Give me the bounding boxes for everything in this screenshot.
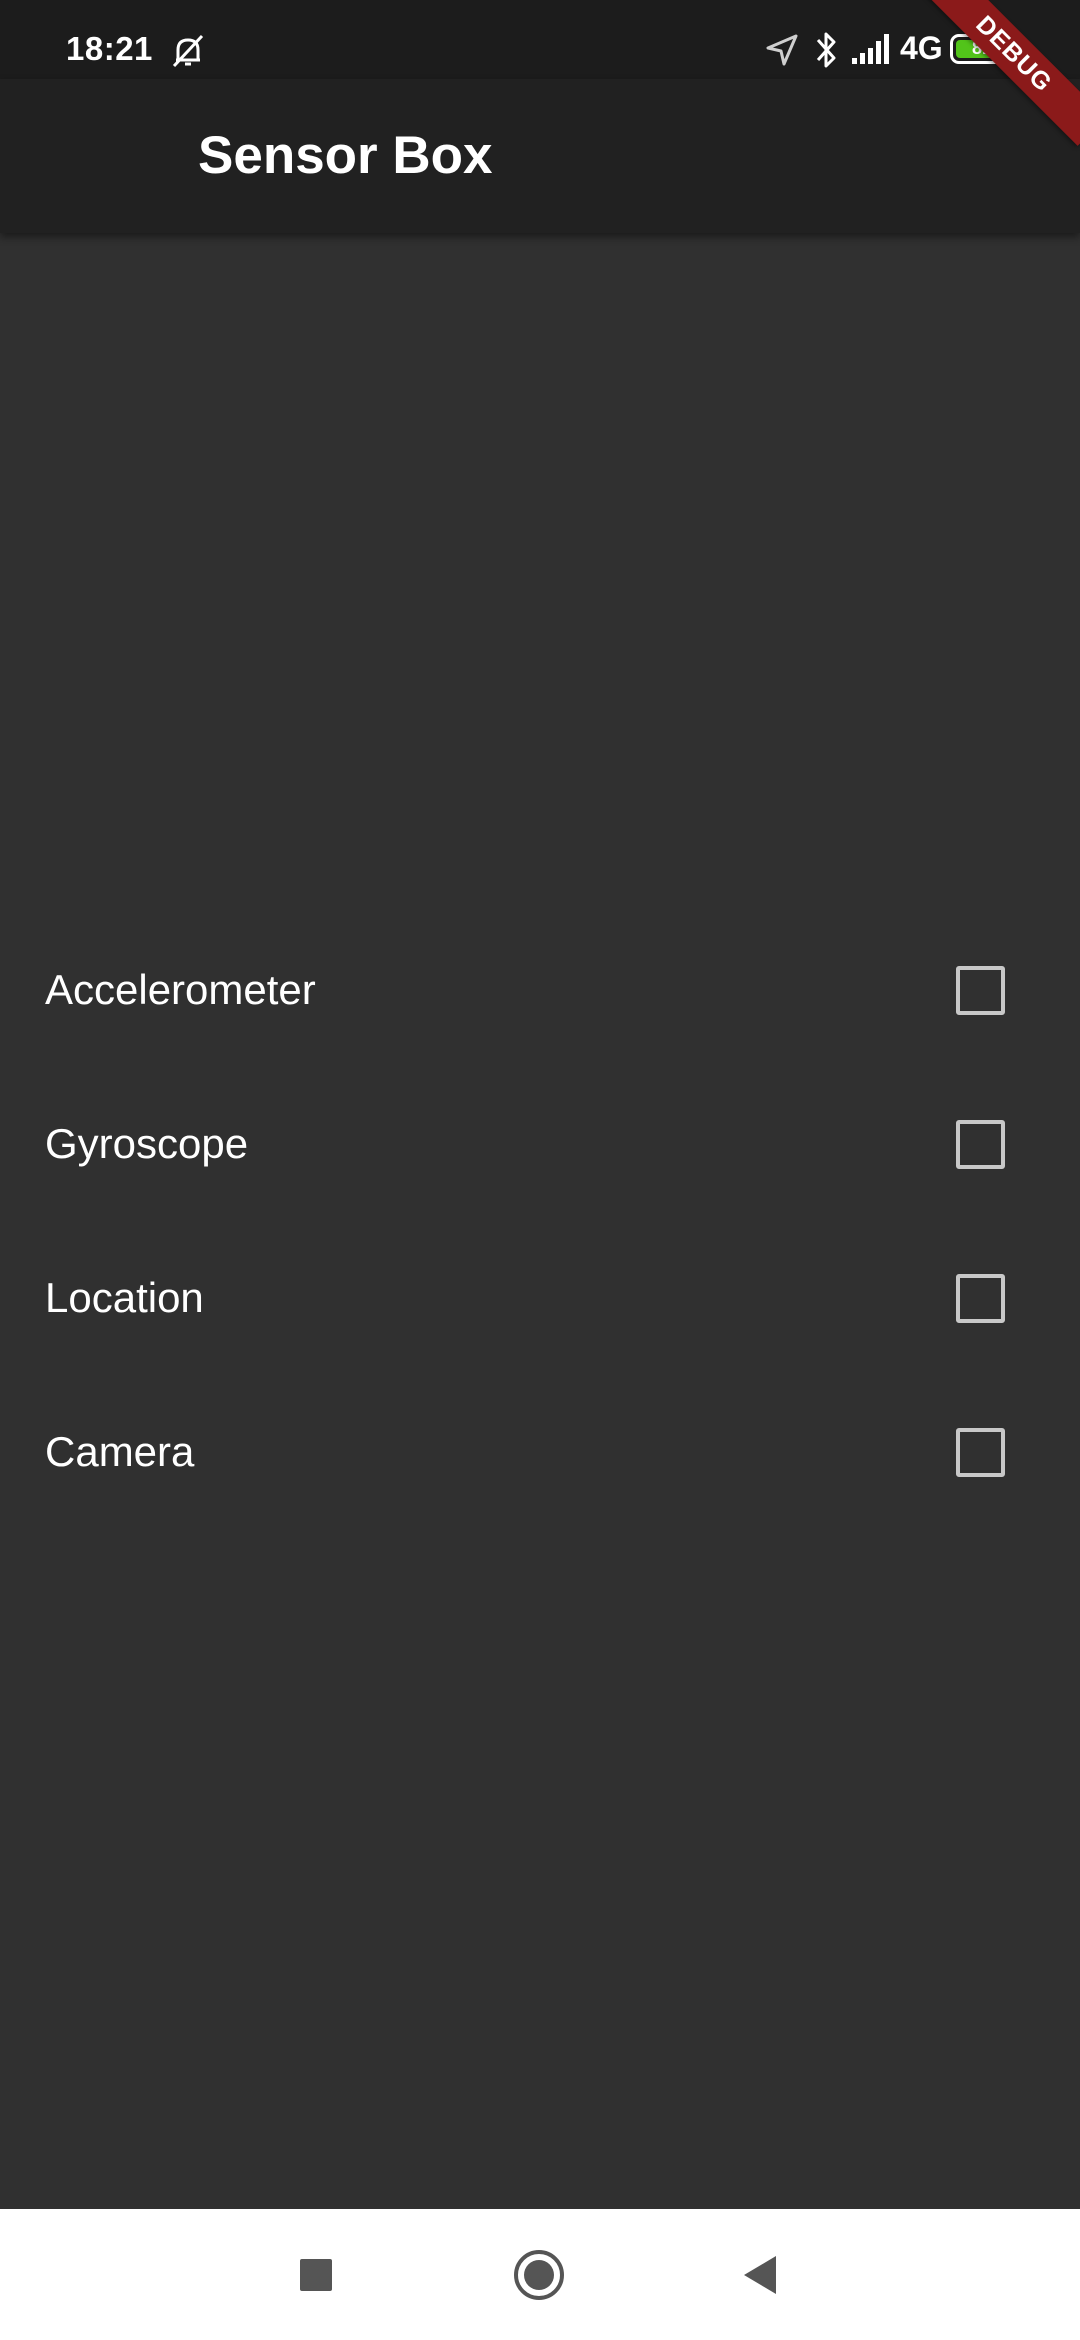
bluetooth-icon [816, 32, 836, 68]
sensor-label: Accelerometer [45, 966, 316, 1013]
gyroscope-checkbox[interactable] [956, 1120, 1005, 1169]
navigation-bar [0, 2209, 1080, 2340]
camera-checkbox[interactable] [956, 1428, 1005, 1477]
sensor-label: Location [45, 1274, 204, 1321]
location-checkbox[interactable] [956, 1274, 1005, 1323]
sensor-row-gyroscope[interactable]: Gyroscope [0, 1067, 1080, 1221]
signal-icon [852, 34, 889, 64]
sensor-list: Accelerometer Gyroscope Location Camera [0, 233, 1080, 2209]
sensor-label: Gyroscope [45, 1120, 249, 1167]
sensor-label: Camera [45, 1428, 195, 1475]
accelerometer-checkbox[interactable] [956, 966, 1005, 1015]
network-type: 4G [900, 30, 943, 66]
status-time: 18:21 [66, 30, 153, 67]
recents-icon[interactable] [298, 2257, 334, 2293]
status-bar: 18:21 4G 81 [0, 0, 1080, 79]
location-icon [766, 34, 798, 66]
do-not-disturb-icon [172, 34, 204, 68]
sensor-row-accelerometer[interactable]: Accelerometer [0, 913, 1080, 1067]
page-title: Sensor Box [198, 126, 493, 185]
home-icon[interactable] [512, 2248, 566, 2302]
back-icon[interactable] [742, 2254, 780, 2296]
sensor-row-camera[interactable]: Camera [0, 1375, 1080, 1529]
sensor-row-location[interactable]: Location [0, 1221, 1080, 1375]
app-bar: Sensor Box [0, 79, 1080, 233]
